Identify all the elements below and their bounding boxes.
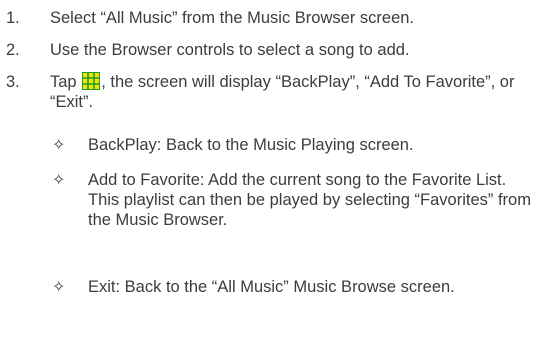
diamond-bullet-icon: ✧ xyxy=(52,277,66,296)
diamond-bullet-icon: ✧ xyxy=(52,170,66,189)
grid-menu-icon xyxy=(82,72,101,90)
step-number: 3. xyxy=(6,73,20,91)
step-text: Select “All Music” from the Music Browse… xyxy=(50,9,415,27)
instruction-document: 1. Select “All Music” from the Music Bro… xyxy=(0,0,545,341)
step-text: Use the Browser controls to select a son… xyxy=(50,41,410,59)
step-text-after-icon: , the screen will display “BackPlay”, “A… xyxy=(50,73,515,111)
step-text-before-icon: Tap xyxy=(50,73,77,91)
option-text: BackPlay: Back to the Music Playing scre… xyxy=(88,136,414,154)
step-number: 1. xyxy=(6,9,20,27)
step-number: 2. xyxy=(6,41,20,59)
option-text: Add to Favorite: Add the current song to… xyxy=(88,171,531,229)
step-text: Tap , the screen will display “BackPlay”… xyxy=(50,72,540,112)
diamond-bullet-icon: ✧ xyxy=(52,135,66,154)
option-text: Exit: Back to the “All Music” Music Brow… xyxy=(88,278,455,296)
